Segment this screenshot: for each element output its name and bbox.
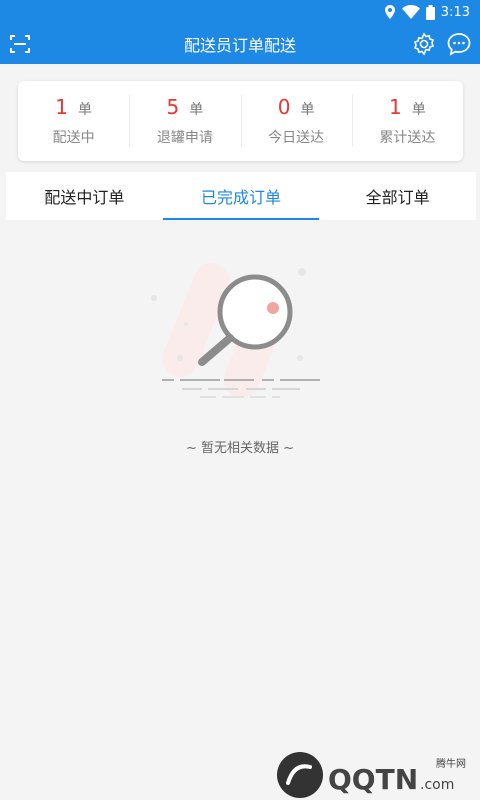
stat-label: 退罐申请 <box>156 130 213 146</box>
tab-delivering-orders[interactable]: 配送中订单 <box>6 172 163 220</box>
stat-label: 今日送达 <box>268 130 325 146</box>
battery-icon <box>425 4 435 20</box>
stats-card: 1 单 配送中 5 单 退罐申请 0 单 今日送达 1 单 累计送达 <box>18 81 463 161</box>
stat-label: 累计送达 <box>379 130 436 146</box>
app-bar: 配送员订单配送 <box>0 24 480 64</box>
svg-text:QQTN: QQTN <box>328 763 418 796</box>
stat-value: 0 <box>277 95 291 119</box>
stat-value: 1 <box>389 95 402 119</box>
stat-value: 5 <box>166 95 180 119</box>
stat-delivering[interactable]: 1 单 配送中 <box>18 81 129 161</box>
message-icon[interactable] <box>446 31 472 57</box>
scan-icon[interactable] <box>8 32 32 56</box>
stat-return-requests[interactable]: 5 单 退罐申请 <box>129 81 240 161</box>
empty-state-text: ~ 暂无相关数据 ~ <box>185 441 295 456</box>
settings-icon[interactable] <box>412 32 436 56</box>
stat-unit: 单 <box>77 102 92 118</box>
stat-delivered-total[interactable]: 1 单 累计送达 <box>351 81 463 161</box>
stat-value: 1 <box>55 95 68 119</box>
qqtn-watermark-logo: QQTN .com <box>277 752 454 798</box>
order-tabs: 配送中订单 已完成订单 全部订单 <box>6 172 476 220</box>
empty-state-illustration <box>151 263 320 398</box>
tab-completed-orders[interactable]: 已完成订单 <box>162 172 320 220</box>
status-time: 3:13 <box>440 4 470 20</box>
stat-label: 配送中 <box>52 130 95 146</box>
stat-unit: 单 <box>411 102 426 118</box>
stat-unit: 单 <box>189 102 204 118</box>
wifi-icon <box>401 5 420 19</box>
location-icon <box>384 5 395 19</box>
page-title: 配送员订单配送 <box>183 36 296 55</box>
status-bar: 3:13 <box>0 0 480 24</box>
stat-delivered-today[interactable]: 0 单 今日送达 <box>240 81 352 161</box>
svg-text:.com: .com <box>420 777 454 793</box>
watermark-label: 腾牛网 <box>436 759 466 770</box>
tab-all-orders[interactable]: 全部订单 <box>319 172 476 220</box>
stat-unit: 单 <box>300 102 315 118</box>
